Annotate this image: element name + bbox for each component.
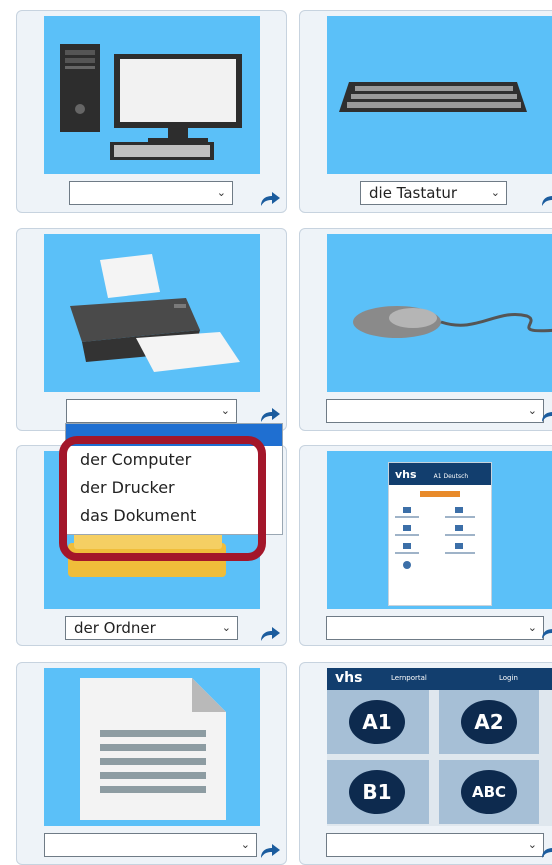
level-abc-button[interactable]: ABC (461, 770, 517, 814)
vhs-logo: vhs (395, 468, 417, 481)
computer-icon (60, 44, 242, 160)
answer-select[interactable]: ⌄ (69, 181, 233, 205)
answer-select[interactable]: ⌄ (44, 833, 257, 857)
document-icon (80, 678, 226, 820)
highlight-annotation-ring (59, 436, 266, 561)
chevron-down-icon: ⌄ (240, 838, 250, 851)
answer-select[interactable]: ⌄ (326, 833, 544, 857)
card-document: ⌄ (16, 662, 287, 865)
vhs-logo: vhs (335, 670, 363, 686)
levels-image: vhs Lernportal Login A1 A2 B1 ABC (327, 668, 552, 826)
phone-header-text: A1 Deutsch (433, 473, 469, 480)
app-icons-grid (395, 507, 475, 569)
card-keyboard: die Tastatur ⌄ (299, 10, 552, 213)
card-mouse: ⌄ (299, 228, 552, 431)
mouse-icon (353, 306, 552, 338)
share-icon[interactable] (259, 843, 281, 859)
mouse-image (327, 234, 552, 392)
chevron-down-icon: ⌄ (216, 186, 226, 199)
chevron-down-icon: ⌄ (221, 621, 231, 634)
printer-icon (70, 254, 240, 372)
answer-select[interactable]: ⌄ (326, 399, 544, 423)
share-icon[interactable] (540, 624, 552, 640)
chevron-down-icon: ⌄ (527, 404, 537, 417)
keyboard-icon (339, 82, 527, 112)
share-icon[interactable] (259, 626, 281, 642)
share-icon[interactable] (540, 407, 552, 423)
phone-app-image: vhs A1 Deutsch (327, 451, 552, 609)
chevron-down-icon: ⌄ (490, 186, 500, 199)
share-icon[interactable] (540, 843, 552, 859)
level-a2-button[interactable]: A2 (461, 700, 517, 744)
answer-select[interactable]: der Ordner ⌄ (65, 616, 238, 640)
keyboard-image (327, 16, 552, 174)
answer-select[interactable]: die Tastatur ⌄ (360, 181, 507, 205)
card-printer: ⌄ (16, 228, 287, 431)
phone-screen: vhs A1 Deutsch (388, 462, 492, 606)
share-icon[interactable] (540, 191, 552, 207)
share-icon[interactable] (259, 407, 281, 423)
card-computer: ⌄ (16, 10, 287, 213)
login-link[interactable]: Login (499, 674, 518, 682)
answer-select[interactable]: ⌄ (326, 616, 544, 640)
answer-select[interactable]: ⌄ (66, 399, 237, 423)
select-value: der Ordner (74, 619, 156, 637)
document-image (44, 668, 260, 826)
card-phone-app: vhs A1 Deutsch ⌄ (299, 445, 552, 646)
select-value: die Tastatur (369, 184, 458, 202)
levels-title: Lernportal (391, 674, 427, 682)
share-icon[interactable] (259, 191, 281, 207)
computer-image (44, 16, 260, 174)
levels-header: vhs Lernportal Login (327, 668, 552, 690)
level-b1-button[interactable]: B1 (349, 770, 405, 814)
phone-header: vhs A1 Deutsch (389, 463, 491, 485)
card-levels: vhs Lernportal Login A1 A2 B1 ABC ⌄ (299, 662, 552, 865)
level-a1-button[interactable]: A1 (349, 700, 405, 744)
chevron-down-icon: ⌄ (527, 838, 537, 851)
chevron-down-icon: ⌄ (220, 404, 230, 417)
chevron-down-icon: ⌄ (527, 621, 537, 634)
printer-image (44, 234, 260, 392)
